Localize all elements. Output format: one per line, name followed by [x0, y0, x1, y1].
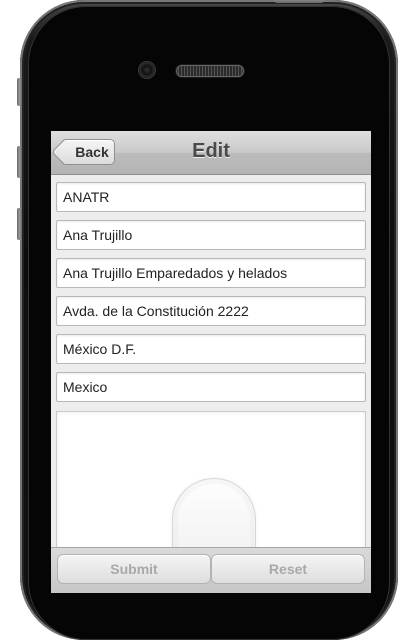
mute-switch	[17, 78, 22, 106]
address-field[interactable]	[56, 296, 366, 326]
back-button-label: Back	[75, 144, 109, 160]
footer-bar: Submit Reset	[51, 547, 371, 593]
camera-icon	[139, 62, 155, 78]
back-button[interactable]: Back	[61, 139, 115, 165]
header-bar: Edit Back	[51, 131, 371, 175]
app-screen: Edit Back Submit Reset	[51, 131, 371, 593]
power-button	[274, 0, 324, 3]
speaker-icon	[176, 65, 244, 77]
country-field[interactable]	[56, 372, 366, 402]
reset-button[interactable]: Reset	[211, 554, 365, 584]
edit-form	[56, 182, 366, 410]
company-name-field[interactable]	[56, 258, 366, 288]
submit-button[interactable]: Submit	[57, 554, 211, 584]
city-field[interactable]	[56, 334, 366, 364]
volume-up-button	[17, 146, 22, 178]
contact-name-field[interactable]	[56, 220, 366, 250]
volume-down-button	[17, 208, 22, 240]
customer-id-field[interactable]	[56, 182, 366, 212]
